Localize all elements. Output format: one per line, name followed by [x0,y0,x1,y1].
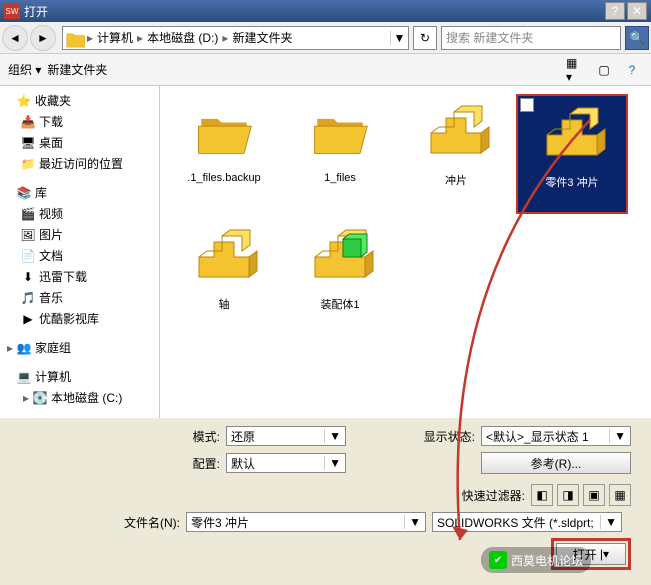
tree-libraries[interactable]: 📚库 [4,182,155,203]
tree-pictures[interactable]: 🖼图片 [20,224,155,245]
filename-input[interactable]: 零件3 冲片▼ [186,512,426,532]
file-name: 轴 [219,296,230,312]
tree-xunlei[interactable]: ⬇迅雷下载 [20,266,155,287]
newfolder-button[interactable]: 新建文件夹 [47,61,107,78]
tree-downloads[interactable]: 📥下载 [20,111,155,132]
search-button[interactable]: 🔍 [625,26,649,50]
filter-assembly-icon[interactable]: ◨ [557,484,579,506]
file-list[interactable]: .1_files.backup 1_files 冲片 ✓ 零件3 冲片轴 装配体1 [160,86,651,418]
file-thumbnail [416,98,496,168]
tree-music[interactable]: 🎵音乐 [20,287,155,308]
filetype-combo[interactable]: SOLIDWORKS 文件 (*.sldprt;▼ [432,512,622,532]
tree-videos[interactable]: 🎬视频 [20,203,155,224]
file-item[interactable]: 轴 [168,218,280,338]
breadcrumb-folder[interactable]: 新建文件夹 [228,29,296,46]
file-name: .1_files.backup [187,172,260,184]
refresh-button[interactable]: ↻ [413,26,437,50]
navigation-tree: ⭐收藏夹 📥下载 🖥桌面 📁最近访问的位置 📚库 🎬视频 🖼图片 📄文档 ⬇迅雷… [0,86,160,418]
preview-button[interactable]: ▢ [593,59,615,81]
file-thumbnail [532,100,612,170]
help-button[interactable]: ? [605,2,625,20]
file-thumbnail [300,222,380,292]
config-combo[interactable]: 默认▼ [226,453,346,473]
watermark: ✔西莫电机论坛 [481,547,591,573]
tree-computer[interactable]: 💻计算机 [4,366,155,387]
filter-label: 快速过滤器: [462,487,525,504]
window-title: 打开 [24,3,48,20]
tree-documents[interactable]: 📄文档 [20,245,155,266]
breadcrumb-disk[interactable]: 本地磁盘 (D:) [143,29,222,46]
display-label: 显示状态: [424,428,475,445]
file-name: 1_files [324,172,356,184]
file-name: 装配体1 [320,296,359,312]
config-label: 配置: [160,455,220,472]
filter-drawing-icon[interactable]: ▣ [583,484,605,506]
file-item[interactable]: 装配体1 [284,218,396,338]
address-dropdown[interactable]: ▼ [390,31,408,45]
close-button[interactable]: ✕ [627,2,647,20]
tree-favorites[interactable]: ⭐收藏夹 [4,90,155,111]
view-menu[interactable]: ▦ ▾ [565,59,587,81]
organize-menu[interactable]: 组织 ▾ [8,61,41,78]
address-bar[interactable]: ▸ 计算机 ▸ 本地磁盘 (D:) ▸ 新建文件夹 ▼ [62,26,409,50]
file-thumbnail [184,222,264,292]
tree-homegroup[interactable]: ▸👥家庭组 [4,337,155,358]
file-name: 冲片 [445,172,467,188]
mode-combo[interactable]: 还原▼ [226,426,346,446]
mode-label: 模式: [160,428,220,445]
file-item[interactable]: 1_files [284,94,396,214]
back-button[interactable]: ◄ [2,25,28,51]
app-icon: SW [4,3,20,19]
filter-all-icon[interactable]: ▦ [609,484,631,506]
breadcrumb-computer[interactable]: 计算机 [93,29,137,46]
file-checkbox[interactable]: ✓ [520,98,534,112]
references-button[interactable]: 参考(R)... [481,452,631,474]
file-item[interactable]: .1_files.backup [168,94,280,214]
display-state-combo[interactable]: <默认>_显示状态 1▼ [481,426,631,446]
tree-youku[interactable]: ▶优酷影视库 [20,308,155,329]
tree-desktop[interactable]: 🖥桌面 [20,132,155,153]
file-item[interactable]: 冲片 [400,94,512,214]
file-name: 零件3 冲片 [545,174,598,190]
tree-recent[interactable]: 📁最近访问的位置 [20,153,155,174]
file-thumbnail [184,98,264,168]
tree-disk-c[interactable]: ▸💽本地磁盘 (C:) [20,387,155,408]
help-icon[interactable]: ? [621,59,643,81]
file-thumbnail [300,98,380,168]
filename-label: 文件名(N): [100,514,180,531]
forward-button[interactable]: ► [30,25,56,51]
search-input[interactable]: 搜索 新建文件夹 [441,26,621,50]
file-item[interactable]: ✓ 零件3 冲片 [516,94,628,214]
filter-part-icon[interactable]: ◧ [531,484,553,506]
